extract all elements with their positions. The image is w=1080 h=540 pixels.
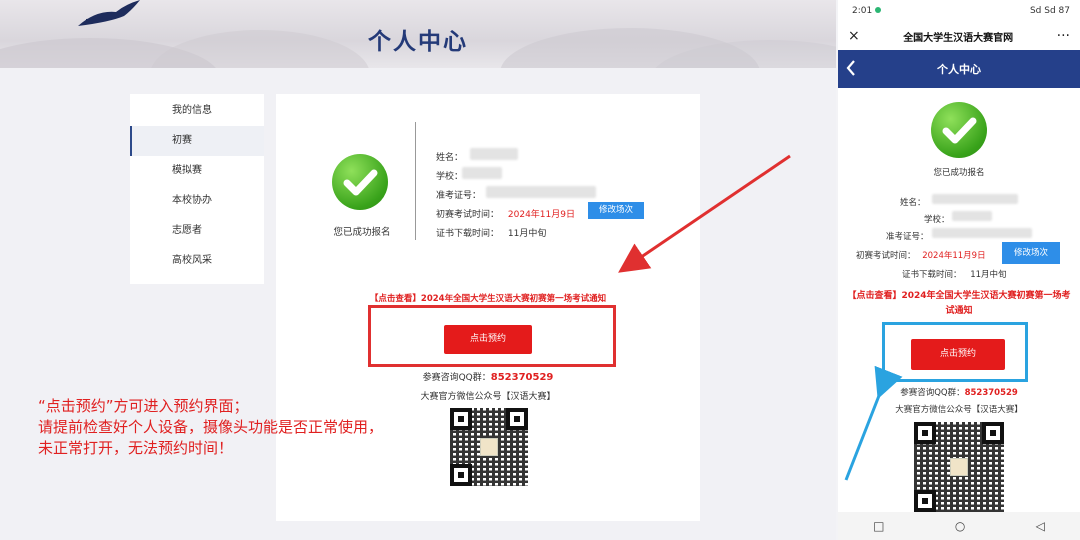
ticket-value-redacted bbox=[932, 228, 1032, 238]
back-arrow-icon[interactable] bbox=[846, 59, 856, 77]
exam-time-row: 初赛考试时间： 2024年11月9日 bbox=[436, 207, 575, 220]
back-triangle-icon[interactable]: ◁ bbox=[1036, 519, 1045, 533]
sidebar-item-co-host[interactable]: 本校协办 bbox=[130, 186, 264, 216]
sidebar-item-campus-showcase[interactable]: 高校风采 bbox=[130, 246, 264, 276]
ticket-label: 准考证号： bbox=[436, 191, 482, 201]
qq-label: 参赛咨询QQ群： bbox=[422, 373, 491, 383]
exam-notice-link[interactable]: 【点击查看】2024年全国大学生汉语大赛初赛第一场考试通知 bbox=[276, 292, 700, 304]
modify-session-button[interactable]: 修改场次 bbox=[588, 202, 644, 219]
name-row: 姓名： bbox=[436, 150, 463, 163]
sidebar-item-volunteer[interactable]: 志愿者 bbox=[130, 216, 264, 246]
school-row: 学校： bbox=[436, 169, 463, 182]
name-value-redacted bbox=[470, 148, 518, 160]
site-title: 全国大学生汉语大赛官网 bbox=[903, 32, 1014, 44]
ticket-value-redacted bbox=[486, 186, 596, 198]
qq-group-line: 参赛咨询QQ群：852370529 bbox=[838, 386, 1080, 398]
registration-success-text: 您已成功报名 bbox=[933, 168, 985, 178]
qq-number: 852370529 bbox=[490, 372, 554, 383]
ticket-label: 准考证号： bbox=[886, 232, 929, 242]
exam-time-label: 初赛考试时间： bbox=[436, 210, 500, 220]
exam-time-value: 2024年11月9日 bbox=[507, 210, 575, 220]
phone-content: 您已成功报名 姓名： 学校： 准考证号： 初赛考试时间： 2024年11月9日 … bbox=[838, 88, 1080, 512]
home-icon[interactable]: ○ bbox=[955, 519, 965, 533]
success-check-icon bbox=[332, 154, 388, 210]
exam-notice-link[interactable]: 【点击查看】2024年全国大学生汉语大赛初赛第一场考试通知 bbox=[846, 289, 1072, 319]
android-nav-bar: □ ○ ◁ bbox=[838, 512, 1080, 540]
browser-title-bar: × 全国大学生汉语大赛官网 ··· bbox=[838, 22, 1080, 50]
desktop-view: 个人中心 我的信息 初赛 模拟赛 本校协办 志愿者 高校风采 您已成功报名 姓名… bbox=[0, 0, 836, 540]
school-value-redacted bbox=[952, 211, 992, 221]
qq-group-line: 参赛咨询QQ群：852370529 bbox=[276, 370, 700, 383]
sidebar-item-my-info[interactable]: 我的信息 bbox=[130, 96, 264, 126]
exam-time-value: 2024年11月9日 bbox=[922, 251, 986, 261]
wechat-qr-code bbox=[450, 408, 528, 486]
success-check-icon bbox=[931, 102, 987, 158]
phone-page-header: 个人中心 bbox=[838, 50, 1080, 88]
cert-value: 11月中旬 bbox=[507, 229, 547, 239]
name-value-redacted bbox=[932, 194, 1018, 204]
page-banner: 个人中心 bbox=[0, 0, 836, 68]
page-title: 个人中心 bbox=[368, 29, 468, 55]
notification-dot-icon bbox=[875, 7, 882, 13]
annotation-line-2: 请提前检查好个人设备，摄像头功能是否正常使用， bbox=[38, 418, 384, 436]
exam-time-row: 初赛考试时间： 2024年11月9日 bbox=[856, 249, 986, 261]
more-icon[interactable]: ··· bbox=[1057, 28, 1070, 44]
status-bar: 2:01 Sd Sd 87 bbox=[838, 0, 1080, 22]
annotation-note: “点击预约”方可进入预约界面； 请提前检查好个人设备，摄像头功能是否正常使用， … bbox=[38, 396, 383, 459]
cert-row: 证书下载时间： 11月中旬 bbox=[436, 226, 546, 239]
wechat-qr-code bbox=[914, 422, 1004, 512]
school-value-redacted bbox=[462, 167, 502, 179]
school-label: 学校： bbox=[436, 172, 464, 182]
sidebar: 我的信息 初赛 模拟赛 本校协办 志愿者 高校风采 bbox=[130, 94, 264, 284]
sidebar-item-preliminary[interactable]: 初赛 bbox=[130, 126, 264, 156]
annotation-line-1: “点击预约”方可进入预约界面； bbox=[38, 397, 249, 415]
status-time: 2:01 bbox=[852, 6, 873, 16]
cert-row: 证书下载时间： 11月中旬 bbox=[902, 268, 1007, 280]
recent-apps-icon[interactable]: □ bbox=[873, 519, 884, 533]
close-icon[interactable]: × bbox=[848, 28, 860, 44]
name-label: 姓名： bbox=[436, 153, 464, 163]
divider bbox=[415, 122, 416, 240]
phone-view: 2:01 Sd Sd 87 × 全国大学生汉语大赛官网 ··· 个人中心 您已成… bbox=[838, 0, 1080, 540]
ticket-row: 准考证号： bbox=[436, 188, 481, 201]
modify-session-button[interactable]: 修改场次 bbox=[1002, 242, 1060, 264]
qq-number: 852370529 bbox=[964, 388, 1018, 398]
cert-label: 证书下载时间： bbox=[436, 229, 500, 239]
qq-label: 参赛咨询QQ群： bbox=[900, 388, 965, 398]
cert-label: 证书下载时间： bbox=[902, 270, 962, 280]
sidebar-item-mock-contest[interactable]: 模拟赛 bbox=[130, 156, 264, 186]
book-appointment-button[interactable]: 点击预约 bbox=[444, 325, 532, 354]
name-label: 姓名： bbox=[900, 198, 926, 208]
cert-value: 11月中旬 bbox=[970, 270, 1007, 280]
status-icons: Sd Sd 87 bbox=[1029, 6, 1070, 16]
registration-success-text: 您已成功报名 bbox=[333, 227, 391, 238]
school-label: 学校： bbox=[924, 215, 950, 225]
wechat-account-text: 大赛官方微信公众号【汉语大赛】 bbox=[895, 405, 1023, 415]
phone-page-title: 个人中心 bbox=[937, 63, 981, 76]
annotation-line-3: 未正常打开，无法预约时间！ bbox=[38, 439, 234, 457]
book-appointment-button[interactable]: 点击预约 bbox=[911, 339, 1005, 370]
exam-time-label: 初赛考试时间： bbox=[856, 251, 916, 261]
